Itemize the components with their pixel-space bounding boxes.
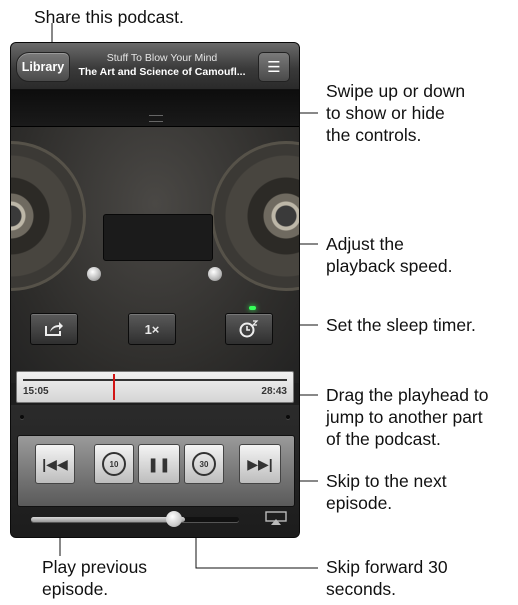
speed-label: 1× xyxy=(144,321,160,337)
pause-button[interactable]: ❚❚ xyxy=(138,444,180,484)
podcast-title: Stuff To Blow Your Mind xyxy=(106,52,218,64)
share-icon xyxy=(45,322,63,336)
playhead[interactable] xyxy=(112,374,115,400)
share-button[interactable] xyxy=(30,313,78,345)
callout-swipe: Swipe up or down to show or hide the con… xyxy=(326,81,466,145)
callout-share: Share this podcast. xyxy=(34,7,184,27)
callout-sleep: Set the sleep timer. xyxy=(326,315,476,335)
remaining-time: 28:43 xyxy=(261,386,287,397)
podcast-player-screen: Library Stuff To Blow Your Mind The Art … xyxy=(11,43,299,537)
tape-reel-left xyxy=(11,141,86,291)
callout-playhead: Drag the playhead to jump to another par… xyxy=(326,385,489,449)
sleep-timer-button[interactable] xyxy=(225,313,273,345)
airplay-icon[interactable] xyxy=(265,511,287,525)
skip-forward-seconds: 30 xyxy=(199,459,209,469)
controls-drag-handle[interactable] xyxy=(11,90,299,127)
skip-back-button[interactable]: 10 xyxy=(94,444,134,484)
tape-head xyxy=(103,214,213,261)
skip-forward-30-icon: 30 xyxy=(192,452,216,476)
volume-slider[interactable] xyxy=(31,517,239,522)
volume-thumb[interactable] xyxy=(166,511,182,527)
now-playing-title: Stuff To Blow Your Mind The Art and Scie… xyxy=(71,51,253,79)
callout-speed: Adjust the playback speed. xyxy=(326,234,453,276)
episode-list-button[interactable]: ☰ xyxy=(258,52,290,82)
pause-icon: ❚❚ xyxy=(147,455,171,472)
grip-icon xyxy=(149,115,163,122)
sleep-timer-icon xyxy=(239,320,259,338)
tape-reel-right xyxy=(211,141,299,291)
volume-fill xyxy=(31,517,185,522)
library-button[interactable]: Library xyxy=(16,52,70,82)
skip-back-seconds: 10 xyxy=(109,459,119,469)
navigation-bar: Library Stuff To Blow Your Mind The Art … xyxy=(11,43,299,90)
callout-previous: Play previous episode. xyxy=(42,557,148,599)
callout-next: Skip to the next episode. xyxy=(326,471,447,513)
screw xyxy=(286,415,290,419)
tape-roller xyxy=(87,267,101,281)
elapsed-time: 15:05 xyxy=(23,386,49,397)
callout-forward: Skip forward 30 seconds. xyxy=(326,557,448,599)
screw xyxy=(20,415,24,419)
list-icon: ☰ xyxy=(267,59,281,76)
tape-roller xyxy=(208,267,222,281)
playback-speed-button[interactable]: 1× xyxy=(128,313,176,345)
next-episode-icon: ▶▶| xyxy=(247,455,273,472)
transport-controls: |◀◀ 10 ❚❚ 30 ▶▶| xyxy=(17,435,295,507)
previous-episode-icon: |◀◀ xyxy=(42,455,68,472)
episode-title: The Art and Science of Camoufl... xyxy=(78,66,246,78)
playhead-scrubber[interactable]: 15:05 28:43 xyxy=(16,371,294,403)
scrubber-track xyxy=(23,379,287,381)
sleep-timer-indicator xyxy=(249,306,256,310)
skip-back-15-icon: 10 xyxy=(102,452,126,476)
next-episode-button[interactable]: ▶▶| xyxy=(239,444,281,484)
skip-forward-button[interactable]: 30 xyxy=(184,444,224,484)
previous-episode-button[interactable]: |◀◀ xyxy=(35,444,75,484)
